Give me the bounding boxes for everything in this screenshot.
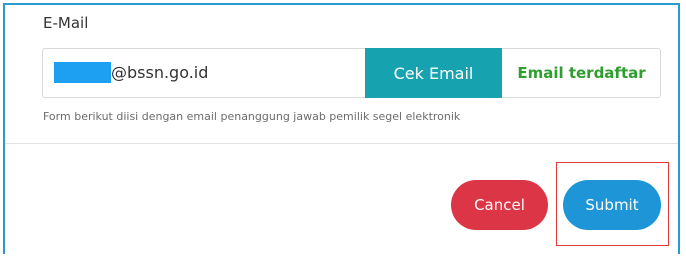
check-email-button[interactable]: Cek Email: [365, 48, 502, 98]
footer-divider: [5, 143, 678, 144]
email-field[interactable]: @bssn.go.id: [111, 62, 208, 84]
email-input-group: @bssn.go.id Cek Email Email terdaftar: [42, 48, 661, 98]
cancel-button[interactable]: Cancel: [451, 180, 548, 230]
help-text: Form berikut diisi dengan email penanggu…: [43, 110, 461, 123]
redacted-username: [54, 62, 111, 83]
email-label: E-Mail: [43, 14, 89, 32]
email-status-text: Email terdaftar: [517, 64, 646, 82]
submit-highlight-box: [556, 162, 669, 246]
